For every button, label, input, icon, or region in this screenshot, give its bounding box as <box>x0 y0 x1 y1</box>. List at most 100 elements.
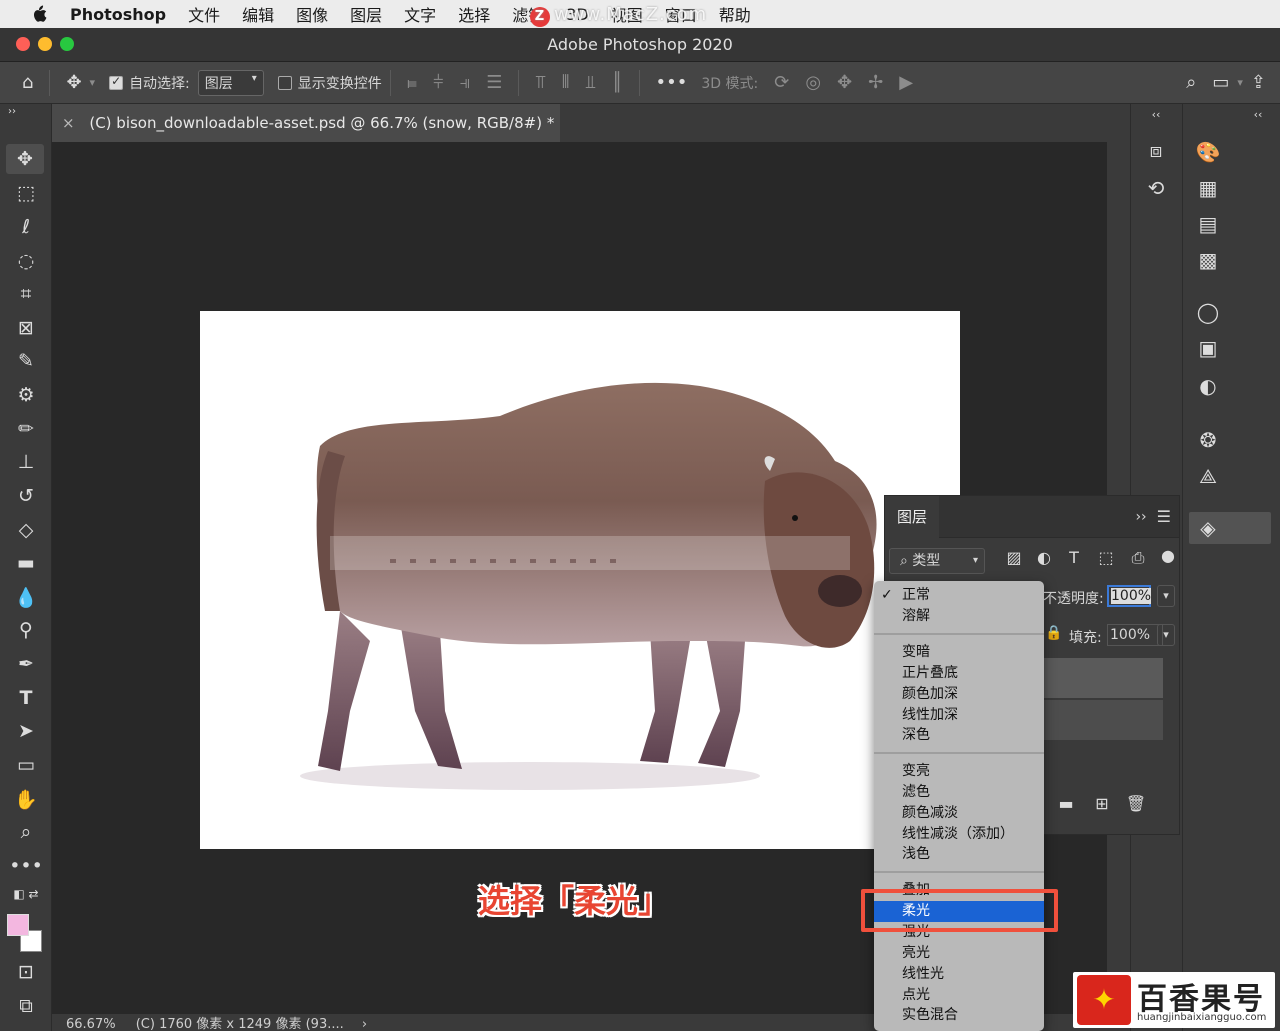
blend-multiply[interactable]: 正片叠底 <box>874 663 1044 684</box>
distribute-vertical-icon[interactable]: ║ <box>612 72 623 93</box>
menu-select[interactable]: 选择 <box>458 2 490 26</box>
workspace-icon[interactable]: ▭ <box>1212 72 1229 93</box>
menu-file[interactable]: 文件 <box>188 2 220 26</box>
collapse-toolbar-icon[interactable]: ›› <box>0 104 52 118</box>
blend-linear-burn[interactable]: 线性加深 <box>874 705 1044 726</box>
hand-icon[interactable]: ✋ <box>0 784 52 814</box>
minimize-window-button[interactable] <box>38 37 52 51</box>
blend-hard-mix[interactable]: 实色混合 <box>874 1005 1044 1026</box>
app-name-menu[interactable]: Photoshop <box>70 5 166 24</box>
home-icon[interactable]: ⌂ <box>22 72 33 93</box>
lock-icon[interactable]: 🔒 <box>1045 625 1062 641</box>
layer-row[interactable] <box>1035 700 1163 740</box>
blend-normal[interactable]: ✓ 正常 <box>874 585 1044 606</box>
align-bottom-icon[interactable]: ⫫ <box>586 72 596 93</box>
zoom-icon[interactable]: ⌕ <box>0 817 52 847</box>
color-panel-icon[interactable]: 🎨 <box>1193 140 1223 164</box>
foreground-color-swatch[interactable] <box>7 914 29 936</box>
align-left-icon[interactable]: ⫢ <box>407 72 417 93</box>
blend-color-burn[interactable]: 颜色加深 <box>874 684 1044 705</box>
frame-icon[interactable]: ⊠ <box>0 313 52 343</box>
filter-toggle-icon[interactable]: ● <box>1153 546 1183 565</box>
search-icon[interactable]: ⌕ <box>1186 72 1196 93</box>
close-window-button[interactable] <box>16 37 30 51</box>
new-layer-icon[interactable]: ⊞ <box>1087 794 1117 813</box>
fill-dropdown-icon[interactable]: ▾ <box>1157 624 1175 646</box>
libraries-panel-icon[interactable]: ▣ <box>1193 336 1223 360</box>
gradient-icon[interactable]: ▬ <box>0 548 52 578</box>
new-group-icon[interactable]: ▬ <box>1051 794 1081 813</box>
history-panel-icon[interactable]: ⟲ <box>1141 176 1171 200</box>
paths-panel-icon[interactable]: ⟁ <box>1193 464 1223 488</box>
channels-panel-icon[interactable]: ❂ <box>1193 428 1223 452</box>
chevron-down-icon[interactable]: ▾ <box>90 76 96 89</box>
align-vcenter-icon[interactable]: ⦀ <box>562 72 570 93</box>
blend-lighten[interactable]: 变亮 <box>874 761 1044 782</box>
menu-help[interactable]: 帮助 <box>719 2 751 26</box>
dodge-icon[interactable]: ⚲ <box>0 615 52 645</box>
align-right-icon[interactable]: ⫣ <box>459 72 470 93</box>
layers-panel-button[interactable]: ◈ <box>1189 512 1271 544</box>
quick-select-icon[interactable]: ◌ <box>0 246 52 276</box>
blend-color-dodge[interactable]: 颜色减淡 <box>874 803 1044 824</box>
share-icon[interactable]: ⇪ <box>1251 72 1266 93</box>
rectangle-icon[interactable]: ▭ <box>0 750 52 780</box>
auto-select-target-dropdown[interactable]: 图层 ▾ <box>197 69 264 96</box>
move-icon[interactable]: ✥ <box>6 144 44 174</box>
path-select-icon[interactable]: ➤ <box>0 716 52 746</box>
quick-mask-icon[interactable]: ⊡ <box>0 957 52 987</box>
blend-screen[interactable]: 滤色 <box>874 782 1044 803</box>
distribute-icon[interactable]: ☰ <box>486 72 502 93</box>
document-canvas[interactable] <box>200 311 960 849</box>
eyedropper-icon[interactable]: ✎ <box>0 346 52 376</box>
blend-dissolve[interactable]: 溶解 <box>874 606 1044 627</box>
delete-layer-icon[interactable]: 🗑 <box>1121 794 1151 813</box>
gradients-panel-icon[interactable]: ▤ <box>1193 212 1223 236</box>
brush-icon[interactable]: ✏ <box>0 414 52 444</box>
screen-mode-icon[interactable]: ⧉ <box>0 991 52 1021</box>
filter-smart-object-icon[interactable]: ⎙ <box>1123 548 1153 568</box>
learn-panel-icon[interactable]: ◯ <box>1193 300 1223 324</box>
crop-icon[interactable]: ⌗ <box>0 279 52 309</box>
blend-darker-color[interactable]: 深色 <box>874 725 1044 746</box>
menu-edit[interactable]: 编辑 <box>242 2 274 26</box>
blend-linear-light[interactable]: 线性光 <box>874 964 1044 985</box>
marquee-icon[interactable]: ⬚ <box>0 178 52 208</box>
fill-input[interactable]: 100% <box>1107 624 1163 646</box>
layer-row[interactable] <box>1035 658 1163 698</box>
lasso-icon[interactable]: ℓ <box>0 212 52 242</box>
blend-linear-dodge[interactable]: 线性减淡（添加） <box>874 824 1044 845</box>
menu-image[interactable]: 图像 <box>296 2 328 26</box>
auto-select-checkbox[interactable] <box>109 74 124 90</box>
maximize-window-button[interactable] <box>60 37 74 51</box>
3d-orbit-icon[interactable]: ⟳ <box>774 72 789 93</box>
stamp-icon[interactable]: ⊥ <box>0 447 52 477</box>
eraser-icon[interactable]: ◇ <box>0 515 52 545</box>
panel-menu-icon[interactable]: ☰ <box>1157 507 1171 526</box>
zoom-level[interactable]: 66.67% <box>66 1017 116 1031</box>
menu-layer[interactable]: 图层 <box>350 2 382 26</box>
3d-camera-icon[interactable]: ▶ <box>899 72 913 93</box>
adjustments-panel-icon[interactable]: ◐ <box>1193 374 1223 398</box>
show-transform-checkbox[interactable] <box>277 75 292 90</box>
chevron-down-icon[interactable]: ▾ <box>1237 76 1243 89</box>
blend-vivid-light[interactable]: 亮光 <box>874 943 1044 964</box>
opacity-dropdown-icon[interactable]: ▾ <box>1157 585 1175 607</box>
healing-icon[interactable]: ⚙ <box>0 380 52 410</box>
collapse-panels-icon[interactable]: ‹‹ <box>1141 108 1171 121</box>
type-icon[interactable]: T <box>0 683 52 713</box>
3d-roll-icon[interactable]: ◎ <box>805 72 821 93</box>
blend-darken[interactable]: 变暗 <box>874 642 1044 663</box>
swatches-panel-icon[interactable]: ▦ <box>1193 176 1223 200</box>
filter-shape-icon[interactable]: ⬚ <box>1091 548 1121 567</box>
apple-icon[interactable] <box>28 5 50 23</box>
blend-lighter-color[interactable]: 浅色 <box>874 844 1044 865</box>
document-tab[interactable]: × (C) bison_downloadable-asset.psd @ 66.… <box>52 104 560 142</box>
move-tool-preset-icon[interactable]: ✥ <box>66 72 81 93</box>
3d-slide-icon[interactable]: ✢ <box>868 72 883 93</box>
more-options-icon[interactable]: ••• <box>656 72 688 93</box>
close-tab-icon[interactable]: × <box>62 114 75 132</box>
collapse-panels-icon[interactable]: ‹‹ <box>1243 108 1273 121</box>
align-hcenter-icon[interactable]: ⫩ <box>433 72 443 93</box>
history-brush-icon[interactable]: ↺ <box>0 481 52 511</box>
